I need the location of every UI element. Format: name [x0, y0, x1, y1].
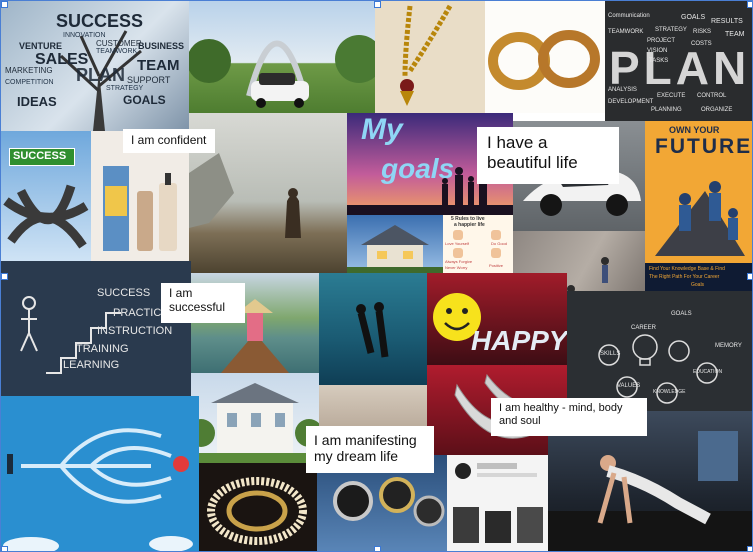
bangles-graphic — [488, 30, 600, 90]
cloud-word-competition: COMPETITION — [5, 79, 54, 86]
cloud-word-customer: CUSTOMER — [96, 39, 142, 48]
vision-board-canvas[interactable]: SUCCESS INNOVATION VENTURE CUSTOMER BUSI… — [0, 0, 753, 552]
gateway-arch-police-car-photo — [189, 1, 375, 113]
rule-4: Never Worry — [445, 265, 468, 270]
rule-3: Always Forgive — [445, 259, 473, 264]
resize-handle-bottom-middle[interactable] — [374, 546, 381, 551]
handbags-graphic — [453, 463, 543, 543]
bulb-word-education: EDUCATION — [693, 369, 723, 375]
rules-title-line-2: a happier life — [454, 222, 485, 228]
bulb-word-memory: MEMORY — [715, 343, 742, 349]
divers-graphic — [356, 302, 389, 358]
plan-chalkboard-image: Communication GOALS RESULTS TEAMWORK STR… — [605, 1, 752, 121]
cloud-word-teamwork: TEAMWORK — [96, 48, 138, 55]
suburban-house-photo — [347, 215, 443, 273]
cloud-word-goals: GOALS — [123, 93, 166, 107]
cloud-word-marketing: MARKETING — [5, 66, 53, 75]
plan-word-strategy: STRATEGY — [655, 27, 687, 33]
plan-word-execute: EXECUTE — [657, 93, 686, 99]
plan-word-results: RESULTS — [711, 18, 743, 25]
white-mansion-photo — [191, 373, 319, 463]
plan-word-control: CONTROL — [697, 93, 727, 99]
arch-and-car-graphic — [189, 35, 375, 108]
affirmation-manifesting[interactable]: I am manifesting my dream life — [306, 426, 434, 473]
stairs-word-learning: LEARNING — [63, 359, 120, 371]
plan-word-analysis: ANALYSIS — [608, 87, 637, 93]
scuba-divers-photo — [319, 273, 427, 385]
success-sign-roads-image: SUCCESS — [1, 131, 91, 261]
book-footer-line-1: Find Your Knowledge Base & Find — [649, 266, 725, 272]
hand-icon-3 — [453, 248, 463, 258]
maze-path-to-goal-image — [1, 396, 199, 551]
stairs-word-success: SUCCESS — [97, 287, 151, 299]
cloud-word-venture: VENTURE — [19, 41, 63, 51]
hand-icon-1 — [453, 230, 463, 240]
cloud-word-team: TEAM — [137, 57, 180, 74]
mansion-graphic — [191, 383, 319, 463]
cloud-word-innovation: INNOVATION — [63, 32, 106, 39]
book-footer-line-2: The Right Path For Your Career — [649, 274, 720, 280]
cloud-word-business: BUSINESS — [138, 41, 185, 51]
plan-word-development: DEVELOPMENT — [608, 99, 654, 105]
house-graphic — [347, 225, 443, 273]
rule-5: Positive — [489, 263, 504, 268]
five-rules-happier-life-card: 5 Rules to live a happier life Love Your… — [443, 215, 513, 273]
resize-handle-top-right[interactable] — [747, 1, 752, 8]
plan-word-organize: ORGANIZE — [701, 107, 733, 113]
resize-handle-middle-right[interactable] — [747, 273, 752, 280]
affirmation-healthy[interactable]: I am healthy - mind, body and soul — [491, 398, 647, 436]
happy-word: HAPPY — [471, 325, 567, 356]
plan-word-teamwork: TEAMWORK — [608, 29, 644, 35]
tangled-roads-graphic — [3, 184, 89, 249]
gold-bangles-photo — [485, 1, 605, 113]
stairs-word-instruction: INSTRUCTION — [97, 325, 173, 337]
pearl-jewellery-photo — [199, 463, 317, 551]
plan-word-risks: RISKS — [693, 29, 712, 35]
cloud-word-success: SUCCESS — [56, 11, 144, 31]
book-footer-line-3: Goals — [691, 282, 705, 288]
rule-2: Do Good — [491, 241, 508, 246]
cloud-word-support: SUPPORT — [127, 75, 171, 85]
resize-handle-top-left[interactable] — [1, 1, 8, 8]
cloud-word-plan: PLAN — [76, 65, 125, 85]
necklace-graphic — [400, 4, 453, 106]
own-your-future-book-cover: OWN YOUR FUTURE Find Your Knowledge Base… — [645, 121, 752, 291]
affirmation-beautiful-life[interactable]: I have a beautiful life — [477, 127, 619, 184]
plan-word-communication: Communication — [608, 13, 650, 19]
gold-necklace-photo — [375, 1, 485, 113]
resize-handle-bottom-left[interactable] — [1, 546, 8, 551]
affirmation-successful[interactable]: I am successful — [161, 283, 245, 323]
resize-handle-top-middle[interactable] — [374, 1, 381, 8]
plan-word-team: TEAM — [725, 31, 745, 38]
bulb-word-values: VALUES — [617, 383, 641, 389]
plan-word-goals: GOALS — [681, 14, 706, 21]
pearls-graphic — [207, 477, 307, 545]
cloud-word-ideas: IDEAS — [17, 94, 57, 109]
word-cloud-tree-image: SUCCESS INNOVATION VENTURE CUSTOMER BUSI… — [1, 1, 189, 131]
handbags-collage-photo — [447, 455, 548, 551]
resize-handle-bottom-right[interactable] — [747, 546, 752, 551]
maze-arrows-graphic — [3, 428, 193, 551]
lightbulbs-chalkboard: CAREER GOALS SKILLS VALUES KNOWLEDGE EDU… — [567, 291, 752, 411]
happy-smiley-image: HAPPY — [427, 273, 567, 365]
hand-icon-4 — [491, 248, 501, 258]
cloud-word-strategy: STRATEGY — [106, 85, 144, 92]
success-stairs-chalkboard: SUCCESS PRACTICE INSTRUCTION TRAINING LE… — [1, 261, 191, 396]
resize-handle-middle-left[interactable] — [1, 273, 8, 280]
bulb-word-goals: GOALS — [671, 311, 692, 317]
bulb-word-skills: SKILLS — [600, 351, 621, 357]
bulb-word-knowledge: KNOWLEDGE — [653, 389, 686, 395]
stairs-word-training: TRAINING — [76, 343, 129, 355]
plan-word-planning: PLANNING — [651, 107, 682, 113]
hand-icon-2 — [491, 230, 501, 240]
bulb-word-career: CAREER — [631, 325, 657, 331]
rule-1: Love Yourself — [445, 241, 470, 246]
affirmation-confident[interactable]: I am confident — [123, 129, 215, 153]
